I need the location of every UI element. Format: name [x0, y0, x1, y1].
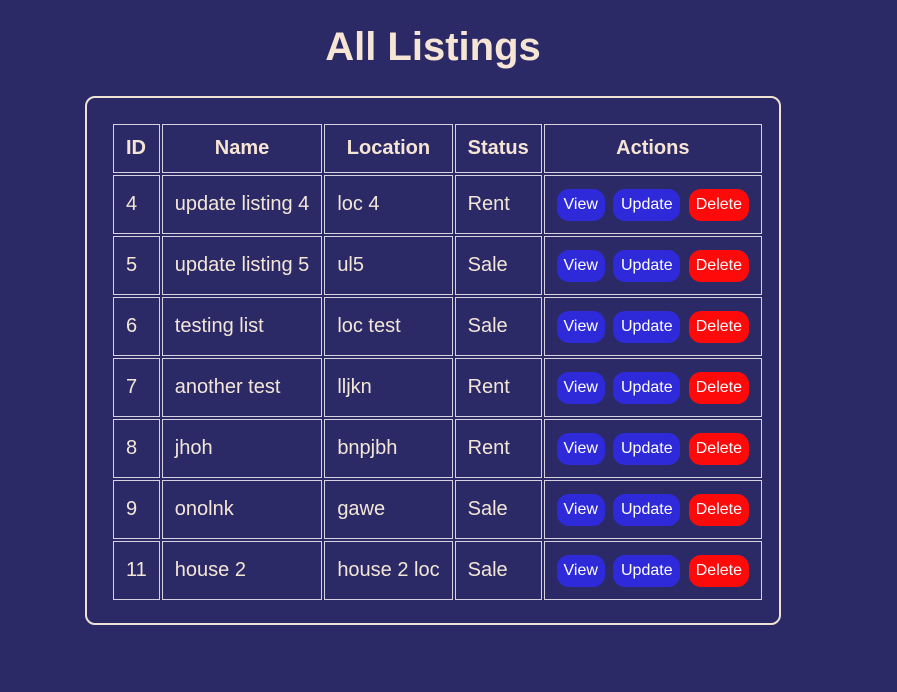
cell-name: another test — [161, 358, 323, 417]
update-button[interactable]: Update — [613, 432, 681, 465]
view-button[interactable]: View — [556, 249, 605, 282]
cell-location: bnpjbh — [324, 419, 453, 478]
update-button[interactable]: Update — [613, 249, 681, 282]
delete-button[interactable]: Delete — [688, 554, 749, 587]
header-name: Name — [161, 124, 323, 173]
cell-name: jhoh — [161, 419, 323, 478]
update-button[interactable]: Update — [613, 493, 681, 526]
cell-status: Rent — [454, 358, 542, 417]
cell-location: loc test — [324, 297, 453, 356]
cell-actions: View Update Delete — [543, 419, 762, 478]
cell-location: gawe — [324, 480, 453, 539]
cell-id: 5 — [113, 236, 160, 295]
update-button[interactable]: Update — [613, 554, 681, 587]
view-button[interactable]: View — [556, 371, 605, 404]
cell-name: house 2 — [161, 541, 323, 600]
cell-status: Sale — [454, 480, 542, 539]
delete-button[interactable]: Delete — [688, 432, 749, 465]
view-button[interactable]: View — [556, 310, 605, 343]
table-row: 7 another test lljkn Rent View Update Delete — [113, 358, 762, 417]
cell-actions: View Update Delete — [543, 236, 762, 295]
cell-status: Sale — [454, 297, 542, 356]
table-row: 6 testing list loc test Sale View Update Del… — [113, 297, 762, 356]
view-button[interactable]: View — [556, 554, 605, 587]
table-row: 8 jhoh bnpjbh Rent View Update Delete — [113, 419, 762, 478]
cell-status: Rent — [454, 175, 542, 234]
header-location: Location — [324, 124, 453, 173]
cell-name: testing list — [161, 297, 323, 356]
delete-button[interactable]: Delete — [688, 310, 749, 343]
update-button[interactable]: Update — [613, 310, 681, 343]
cell-location: house 2 loc — [324, 541, 453, 600]
cell-id: 9 — [113, 480, 160, 539]
view-button[interactable]: View — [556, 493, 605, 526]
cell-id: 6 — [113, 297, 160, 356]
cell-name: update listing 5 — [161, 236, 323, 295]
page-title: All Listings — [325, 25, 541, 69]
table-row: 9 onolnk gawe Sale View Update Delete — [113, 480, 762, 539]
delete-button[interactable]: Delete — [688, 493, 749, 526]
cell-actions: View Update Delete — [543, 175, 762, 234]
cell-name: onolnk — [161, 480, 323, 539]
cell-actions: View Update Delete — [543, 358, 762, 417]
cell-name: update listing 4 — [161, 175, 323, 234]
table-header-row: ID Name Location Status Actions — [113, 124, 762, 173]
cell-actions: View Update Delete — [543, 541, 762, 600]
header-id: ID — [113, 124, 160, 173]
cell-actions: View Update Delete — [543, 297, 762, 356]
delete-button[interactable]: Delete — [688, 249, 749, 282]
delete-button[interactable]: Delete — [688, 188, 749, 221]
listings-table: ID Name Location Status Actions 4 update … — [111, 122, 764, 602]
header-status: Status — [454, 124, 542, 173]
cell-id: 7 — [113, 358, 160, 417]
update-button[interactable]: Update — [613, 371, 681, 404]
cell-status: Sale — [454, 541, 542, 600]
cell-location: ul5 — [324, 236, 453, 295]
cell-id: 11 — [113, 541, 160, 600]
cell-status: Rent — [454, 419, 542, 478]
table-row: 5 update listing 5 ul5 Sale View Update Dele… — [113, 236, 762, 295]
table-row: 4 update listing 4 loc 4 Rent View Update De… — [113, 175, 762, 234]
cell-id: 8 — [113, 419, 160, 478]
update-button[interactable]: Update — [613, 188, 681, 221]
view-button[interactable]: View — [556, 188, 605, 221]
cell-status: Sale — [454, 236, 542, 295]
delete-button[interactable]: Delete — [688, 371, 749, 404]
cell-actions: View Update Delete — [543, 480, 762, 539]
header-actions: Actions — [543, 124, 762, 173]
table-row: 11 house 2 house 2 loc Sale View Update Dele… — [113, 541, 762, 600]
cell-location: lljkn — [324, 358, 453, 417]
cell-location: loc 4 — [324, 175, 453, 234]
view-button[interactable]: View — [556, 432, 605, 465]
cell-id: 4 — [113, 175, 160, 234]
